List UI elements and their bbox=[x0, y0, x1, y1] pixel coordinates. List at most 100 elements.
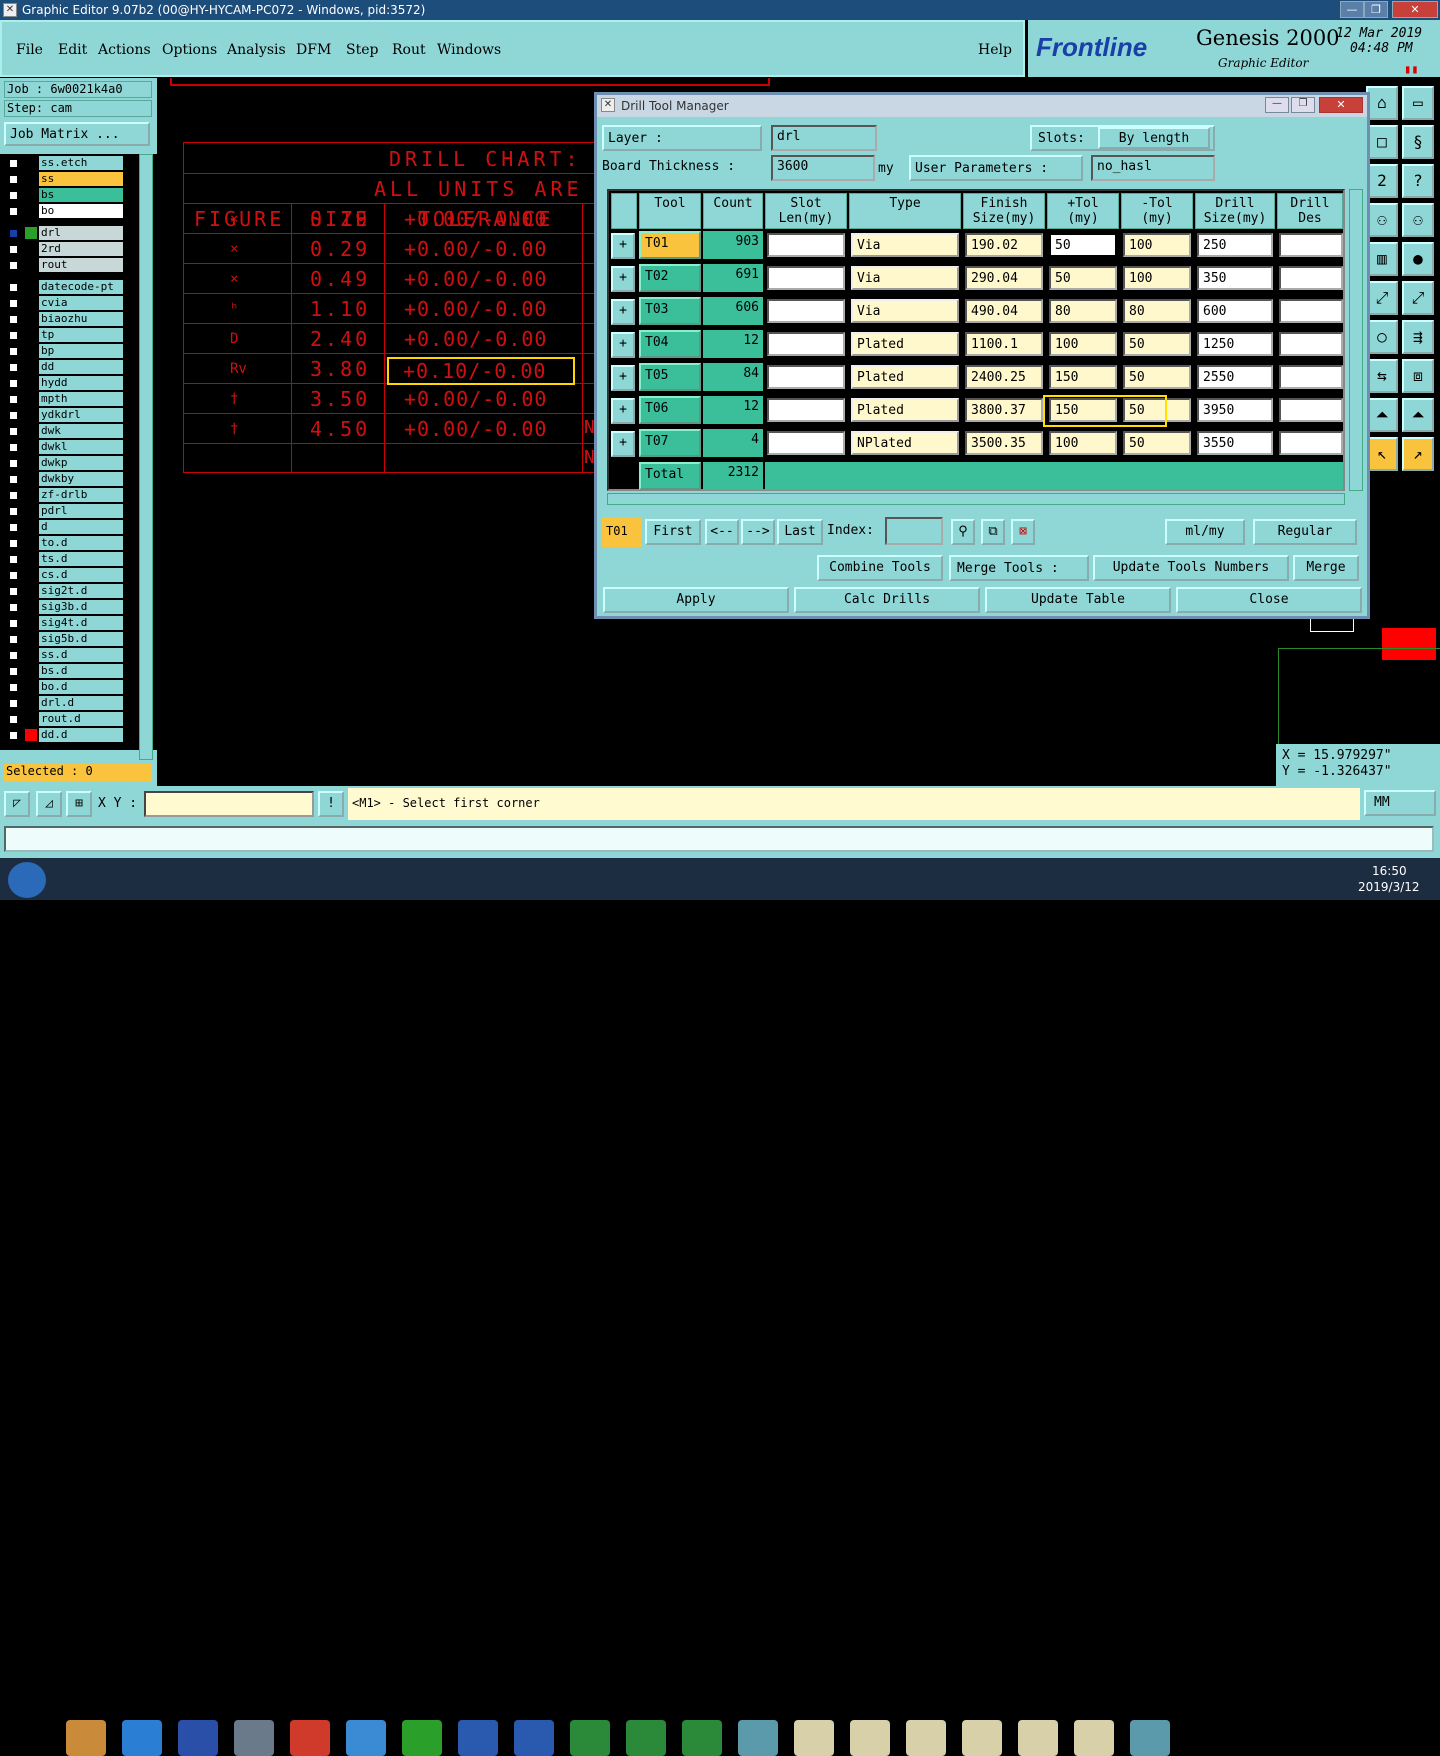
slot-len-input[interactable] bbox=[767, 266, 845, 290]
layer-row[interactable]: drl bbox=[8, 226, 123, 240]
window-icon[interactable]: ▭ bbox=[1402, 86, 1434, 120]
home-icon[interactable]: ⌂ bbox=[1366, 86, 1398, 120]
finish-size-input[interactable]: 3500.35 bbox=[965, 431, 1043, 455]
layer-row[interactable]: ss.d bbox=[8, 648, 123, 662]
layer-row[interactable]: tp bbox=[8, 328, 123, 342]
layer-checkbox[interactable] bbox=[8, 698, 19, 709]
taskbar-app-icon[interactable] bbox=[178, 1720, 218, 1756]
layer-checkbox[interactable] bbox=[8, 554, 19, 565]
doc-icon[interactable]: 2 bbox=[1366, 164, 1398, 198]
measure-icon[interactable]: ◿ bbox=[36, 791, 62, 817]
calc-drills-button[interactable]: Calc Drills bbox=[794, 587, 980, 613]
update-tools-numbers-dropdown[interactable]: Update Tools Numbers bbox=[1093, 555, 1289, 581]
layer-checkbox[interactable] bbox=[8, 474, 19, 485]
layer-row[interactable]: sig3b.d bbox=[8, 600, 123, 614]
mode-dropdown[interactable]: Regular bbox=[1253, 519, 1357, 545]
layer-checkbox[interactable] bbox=[8, 410, 19, 421]
layer-row[interactable]: biaozhu bbox=[8, 312, 123, 326]
layer-checkbox[interactable] bbox=[8, 260, 19, 271]
select-icon[interactable]: ↗ bbox=[1402, 437, 1434, 471]
layer-checkbox[interactable] bbox=[8, 362, 19, 373]
layer-row[interactable]: sig2t.d bbox=[8, 584, 123, 598]
layer-checkbox[interactable] bbox=[8, 714, 19, 725]
taskbar-app-icon[interactable] bbox=[850, 1720, 890, 1756]
type-dropdown[interactable]: NPlated bbox=[851, 431, 959, 455]
taskbar-app-icon[interactable] bbox=[962, 1720, 1002, 1756]
layer-checkbox[interactable] bbox=[8, 682, 19, 693]
drill-des-input[interactable] bbox=[1279, 431, 1343, 455]
layer-row[interactable]: dwkby bbox=[8, 472, 123, 486]
layer-field[interactable]: drl bbox=[771, 125, 877, 151]
layer-checkbox[interactable] bbox=[8, 378, 19, 389]
layer-row[interactable]: 2rd bbox=[8, 242, 123, 256]
warning-icon[interactable]: ! bbox=[318, 791, 344, 817]
layer-checkbox[interactable] bbox=[8, 666, 19, 677]
menu-file[interactable]: File bbox=[16, 42, 43, 58]
tool-cell[interactable]: T07 bbox=[639, 429, 701, 457]
units-select[interactable]: MM bbox=[1364, 790, 1436, 816]
shapes-icon[interactable]: ⧈ bbox=[1402, 359, 1434, 393]
layer-row[interactable]: cvia bbox=[8, 296, 123, 310]
layer-row[interactable]: d bbox=[8, 520, 123, 534]
layer-checkbox[interactable] bbox=[8, 602, 19, 613]
user-params-field[interactable]: no_hasl bbox=[1091, 155, 1215, 181]
layer-row[interactable]: ss.etch bbox=[8, 156, 123, 170]
drill-size-input[interactable]: 600 bbox=[1197, 299, 1273, 323]
tool-cell[interactable]: T04 bbox=[639, 330, 701, 358]
expand-row-button[interactable]: + bbox=[611, 299, 635, 325]
drill-des-input[interactable] bbox=[1279, 365, 1343, 389]
finish-size-input[interactable]: 3800.37 bbox=[965, 398, 1043, 422]
drill-size-input[interactable]: 250 bbox=[1197, 233, 1273, 257]
layer-checkbox[interactable] bbox=[8, 442, 19, 453]
drill-size-input[interactable]: 2550 bbox=[1197, 365, 1273, 389]
slot-len-input[interactable] bbox=[767, 398, 845, 422]
zoom-icon[interactable]: ◸ bbox=[4, 791, 30, 817]
layer-checkbox[interactable] bbox=[8, 730, 19, 741]
plus-tol-input[interactable]: 80 bbox=[1049, 299, 1117, 323]
menu-windows[interactable]: Windows bbox=[437, 42, 501, 58]
menu-edit[interactable]: Edit bbox=[58, 42, 87, 58]
drill-des-input[interactable] bbox=[1279, 299, 1343, 323]
layer-row[interactable]: rout.d bbox=[8, 712, 123, 726]
minus-tol-input[interactable]: 100 bbox=[1123, 266, 1191, 290]
expand-row-button[interactable]: + bbox=[611, 332, 635, 358]
tool-cell[interactable]: T05 bbox=[639, 363, 701, 391]
combine-tools-button[interactable]: Combine Tools bbox=[817, 555, 943, 581]
snap-icon[interactable]: ⊞ bbox=[66, 791, 92, 817]
minus-tol-input[interactable]: 50 bbox=[1123, 365, 1191, 389]
layer-row[interactable]: zf-drlb bbox=[8, 488, 123, 502]
layer-row[interactable]: sig5b.d bbox=[8, 632, 123, 646]
close-button[interactable]: ✕ bbox=[1392, 1, 1438, 18]
expand-row-button[interactable]: + bbox=[611, 365, 635, 391]
drill-size-input[interactable]: 1250 bbox=[1197, 332, 1273, 356]
layer-checkbox[interactable] bbox=[8, 538, 19, 549]
fill-icon[interactable]: ⇶ bbox=[1402, 320, 1434, 354]
layer-row[interactable]: bs bbox=[8, 188, 123, 202]
taskbar-app-icon[interactable] bbox=[458, 1720, 498, 1756]
drill-size-input[interactable]: 3550 bbox=[1197, 431, 1273, 455]
layer-checkbox[interactable] bbox=[8, 330, 19, 341]
layer-checkbox[interactable] bbox=[8, 314, 19, 325]
expand-row-button[interactable]: + bbox=[611, 233, 635, 259]
type-dropdown[interactable]: Via bbox=[851, 299, 959, 323]
tool-cell[interactable]: T03 bbox=[639, 297, 701, 325]
layer-checkbox[interactable] bbox=[8, 190, 19, 201]
minus-tol-input[interactable]: 100 bbox=[1123, 233, 1191, 257]
menu-step[interactable]: Step bbox=[346, 42, 378, 58]
finish-size-input[interactable]: 490.04 bbox=[965, 299, 1043, 323]
ruler-icon[interactable]: ▥ bbox=[1366, 242, 1398, 276]
layer-row[interactable]: bp bbox=[8, 344, 123, 358]
units-dropdown[interactable]: ml/my bbox=[1165, 519, 1245, 545]
menu-analysis[interactable]: Analysis bbox=[227, 42, 286, 58]
layer-checkbox[interactable] bbox=[8, 490, 19, 501]
bulb-icon[interactable]: ⚲ bbox=[951, 519, 975, 545]
circle-icon[interactable]: ○ bbox=[1366, 320, 1398, 354]
pin-icon[interactable]: ⤢ bbox=[1366, 281, 1398, 315]
drill-des-input[interactable] bbox=[1279, 233, 1343, 257]
taskbar-app-icon[interactable] bbox=[402, 1720, 442, 1756]
layer-checkbox[interactable] bbox=[8, 458, 19, 469]
taskbar-app-icon[interactable] bbox=[1074, 1720, 1114, 1756]
type-dropdown[interactable]: Plated bbox=[851, 332, 959, 356]
expand-row-button[interactable]: + bbox=[611, 431, 635, 457]
minus-tol-input[interactable]: 50 bbox=[1123, 332, 1191, 356]
